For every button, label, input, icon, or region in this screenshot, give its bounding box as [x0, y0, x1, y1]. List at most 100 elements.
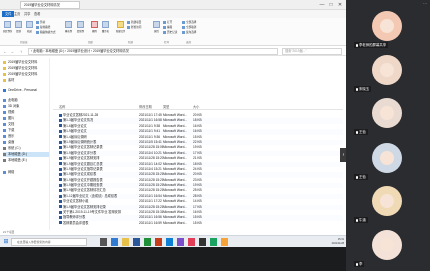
table-row[interactable]: 答辩委员会评语表 2021/11/1 16:59 Microsoft Word...…: [53, 221, 343, 226]
taskbar-app-icon[interactable]: [100, 238, 107, 246]
sidebar-item-label: 2019届毕业论文材料: [8, 72, 38, 76]
copy-to-button[interactable]: 复制到: [76, 21, 85, 33]
search-input[interactable]: 搜索"2019届...": [282, 48, 342, 55]
header-size[interactable]: 大小: [193, 104, 199, 110]
close-button[interactable]: ✕: [336, 1, 344, 9]
delete-button[interactable]: 删除: [90, 21, 99, 33]
group-select: 选择: [186, 41, 192, 44]
address-path[interactable]: › 此电脑 › 本地磁盘 (D:) › 2019届毕业设计 › 2019届毕业论…: [28, 48, 278, 55]
avatar: [372, 98, 402, 128]
taskbar-app-icon[interactable]: [177, 238, 184, 246]
file-name: 毕业论文答辩2021-11-28: [63, 113, 99, 117]
new-folder-button[interactable]: 新建文件夹: [116, 21, 125, 33]
word-doc-icon: [59, 167, 62, 171]
rename-icon: [102, 21, 109, 28]
window-tab[interactable]: 2019届毕业论文材料情况: [20, 1, 80, 9]
tab-file[interactable]: 文件: [2, 11, 15, 17]
maximize-button[interactable]: □: [327, 1, 335, 9]
folder-icon: [3, 104, 6, 108]
open-button[interactable]: 打开: [163, 21, 172, 25]
forward-icon[interactable]: →: [9, 48, 15, 55]
participant-tile[interactable]: 宋晓玉: [348, 52, 428, 94]
sidebar-item[interactable]: 桌面: [3, 140, 49, 145]
taskbar-app-icon[interactable]: [221, 238, 228, 246]
sidebar-item[interactable]: 2019届毕业论文材料: [3, 72, 49, 77]
participant-name-text: 李: [359, 262, 363, 266]
properties-button[interactable]: 属性: [152, 21, 161, 33]
avatar-face: [380, 106, 394, 120]
taskbar-app-icon[interactable]: [188, 238, 195, 246]
up-icon[interactable]: ↑: [18, 48, 24, 55]
windows-start-icon[interactable]: ⊞: [2, 238, 10, 246]
participant-tile[interactable]: 李: [348, 227, 428, 269]
paste-shortcut-button[interactable]: 粘贴快捷方式: [36, 31, 56, 35]
header-type[interactable]: 类型: [163, 104, 169, 110]
select-none-icon: [182, 26, 185, 29]
ribbon: 固定到快速访问 复制 粘贴 剪切 复制路径 粘贴快捷方式 移动到 复制到 删除 …: [0, 18, 346, 46]
edit-button[interactable]: 编辑: [163, 26, 172, 30]
address-bar: ← → ↑ › 此电脑 › 本地磁盘 (D:) › 2019届毕业设计 › 20…: [0, 47, 346, 56]
taskbar-app-icon[interactable]: [122, 238, 129, 246]
paste-button[interactable]: 粘贴: [25, 21, 34, 33]
file-name: 第1-9届毕业论文开题报告表: [63, 177, 103, 182]
easy-access-button[interactable]: 轻松访问: [127, 26, 141, 30]
tab-home[interactable]: 主页: [14, 11, 20, 17]
taskbar-search-input[interactable]: 在这里输入你要搜索的内容: [11, 238, 87, 246]
taskbar-app-icon[interactable]: [155, 238, 162, 246]
sidebar-item[interactable]: 2019届毕业论文材料: [3, 60, 49, 65]
invert-selection-button[interactable]: 反向选择: [182, 31, 196, 35]
move-to-button[interactable]: 移动到: [64, 21, 73, 33]
folder-icon: [3, 134, 6, 138]
tab-view[interactable]: 查看: [34, 11, 40, 17]
rename-button[interactable]: 重命名: [101, 21, 110, 33]
sidebar-item[interactable]: 3D 对象: [3, 104, 49, 109]
participant-tile[interactable]: 王怡: [348, 140, 428, 182]
participant-tile[interactable]: 李老师的屏幕共享: [348, 8, 428, 50]
history-button[interactable]: 历史记录: [163, 31, 177, 35]
taskbar-app-icon[interactable]: [111, 238, 118, 246]
sidebar-item[interactable]: 此电脑: [3, 98, 49, 103]
sidebar-item[interactable]: 素材: [3, 78, 49, 83]
shared-screen: 2019届毕业论文材料情况 — □ ✕ 文件 主页 共享 查看 固定到快速访问 …: [0, 0, 347, 271]
participant-tile[interactable]: 牛涵: [348, 183, 428, 225]
clock-date[interactable]: 2021/11/28: [306, 242, 344, 246]
sidebar-item[interactable]: 图片: [3, 116, 49, 121]
select-all-button[interactable]: 全部选择: [182, 21, 196, 25]
sidebar-item[interactable]: 网络: [3, 170, 49, 175]
file-name: 第1-9届毕业论文指导记录表: [63, 166, 103, 171]
tab-share[interactable]: 共享: [24, 11, 30, 17]
sidebar-item[interactable]: 2019届毕业论文材料: [3, 66, 49, 71]
taskbar-app-icon[interactable]: [133, 238, 140, 246]
new-item-button[interactable]: 新建项目: [127, 21, 141, 25]
cut-button[interactable]: 剪切: [36, 21, 45, 25]
select-none-button[interactable]: 全部取消: [182, 26, 196, 30]
microphone-icon: [356, 87, 358, 91]
taskbar-app-icon[interactable]: [166, 238, 173, 246]
sidebar-item[interactable]: 文档: [3, 122, 49, 127]
copy-button[interactable]: 复制: [14, 21, 23, 33]
word-doc-icon: [59, 113, 62, 117]
taskbar-app-icon[interactable]: [199, 238, 206, 246]
more-icon[interactable]: ···: [423, 1, 427, 6]
header-date[interactable]: 修改日期: [139, 104, 152, 110]
participants-panel: ··· 李老师的屏幕共享 宋晓玉 王怡 王怡 牛涵李: [346, 0, 430, 271]
sidebar-item[interactable]: 下载: [3, 128, 49, 133]
participant-tile[interactable]: 王怡: [348, 95, 428, 137]
sidebar-item[interactable]: OneDrive - Personal: [3, 88, 49, 93]
pin-quick-access-button[interactable]: 固定到快速访问: [3, 21, 12, 33]
header-name[interactable]: 名称: [59, 104, 65, 110]
sidebar-item[interactable]: 本地磁盘 (E:): [3, 158, 49, 163]
copy-path-button[interactable]: 复制路径: [36, 26, 50, 30]
sidebar-item[interactable]: 系统 (C:): [3, 146, 49, 151]
minimize-button[interactable]: —: [318, 1, 326, 9]
back-icon[interactable]: ←: [2, 48, 8, 55]
sidebar-item[interactable]: 视频: [3, 110, 49, 115]
sidebar-item-label: 素材: [8, 78, 15, 82]
sidebar-item[interactable]: 音乐: [3, 134, 49, 139]
folder-icon: [3, 116, 6, 120]
taskbar-app-icon[interactable]: [210, 238, 217, 246]
taskbar-app-icon[interactable]: [144, 238, 151, 246]
ribbon-tabs: 文件 主页 共享 查看: [0, 10, 346, 18]
avatar-face: [380, 194, 394, 208]
sidebar-item[interactable]: 本地磁盘 (D:): [3, 152, 49, 157]
